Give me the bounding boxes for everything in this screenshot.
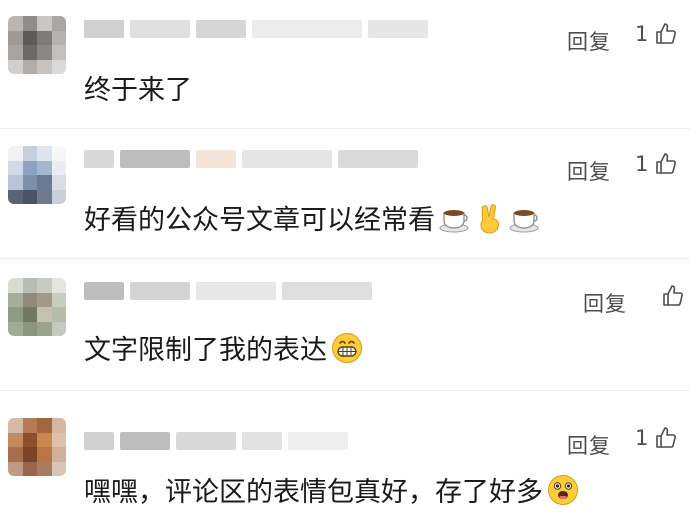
divider [0,258,690,259]
comment-text: 终于来了 [84,68,192,107]
comment-item: 回复 文字限制了我的表达 [0,262,690,390]
thumbs-up-icon [656,153,677,174]
grinning-face-emoji [332,332,362,363]
comment-item: 回复 1 好看的公众号文章可以经常看 [0,130,690,258]
comment-body: 终于来了 [84,75,192,106]
like-button[interactable]: 1 [635,152,678,176]
victory-hand-emoji [480,203,500,234]
avatar[interactable] [8,418,66,476]
comment-text: 文字限制了我的表达 [84,328,363,367]
thumbs-up-icon [656,23,677,44]
comment-item: 回复 1 终于来了 [0,0,690,128]
like-button[interactable]: 1 [635,426,678,450]
thumbs-up-icon [663,285,683,306]
coffee-emoji [509,209,539,232]
username-blurred[interactable] [84,148,418,170]
like-button[interactable]: 1 [635,22,678,46]
username-blurred[interactable] [84,430,348,452]
coffee-emoji [439,209,469,232]
username-blurred[interactable] [84,18,428,40]
comment-item: 回复 1 嘿嘿，评论区的表情包真好，存了好多 [0,398,690,526]
reply-button[interactable]: 回复 [567,26,611,56]
comment-body: 嘿嘿，评论区的表情包真好，存了好多 [84,477,543,508]
like-count: 1 [635,22,649,46]
avatar[interactable] [8,146,66,204]
comment-text: 嘿嘿，评论区的表情包真好，存了好多 [84,470,579,509]
like-count: 1 [635,152,649,176]
reply-button[interactable]: 回复 [567,156,611,186]
reply-button[interactable]: 回复 [567,430,611,460]
comment-text: 好看的公众号文章可以经常看 [84,198,541,237]
avatar[interactable] [8,16,66,74]
thumbs-up-icon [656,427,677,448]
tongue-face-emoji [548,474,578,505]
divider [0,390,690,391]
divider [0,128,690,129]
comment-body: 好看的公众号文章可以经常看 [84,205,435,236]
reply-button[interactable]: 回复 [583,288,627,318]
username-blurred[interactable] [84,280,372,302]
like-button[interactable] [655,284,685,308]
comment-body: 文字限制了我的表达 [84,335,327,366]
avatar[interactable] [8,278,66,336]
like-count: 1 [635,426,649,450]
